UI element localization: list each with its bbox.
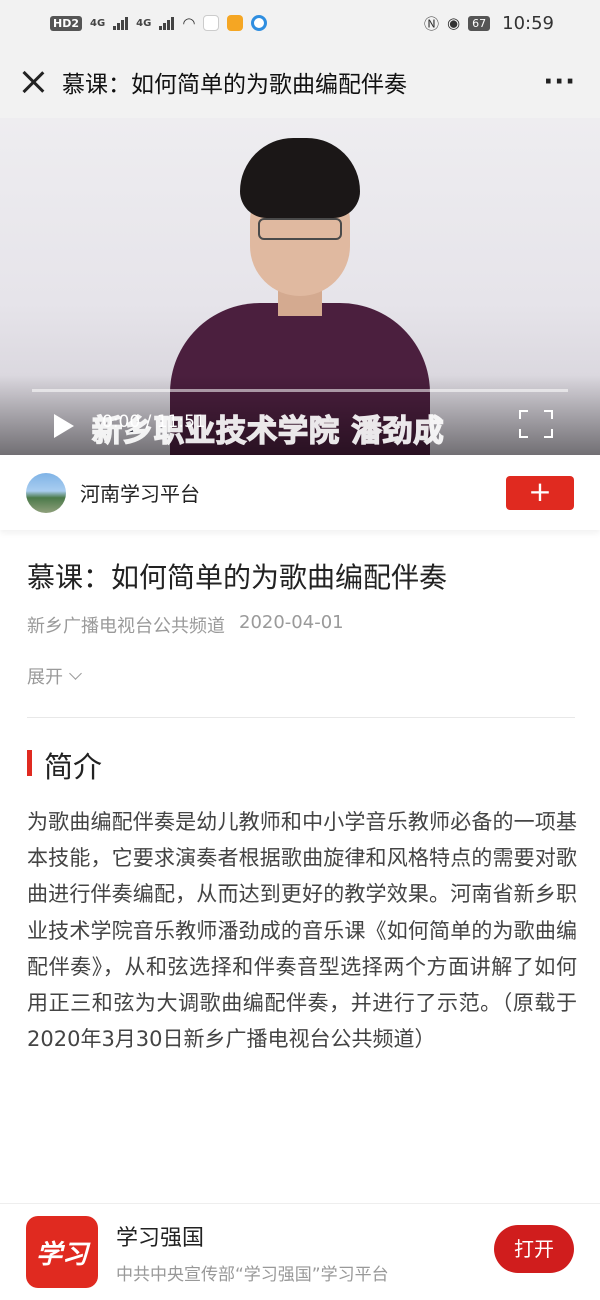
app-notification-icon bbox=[227, 15, 244, 31]
signal-label-1: 4G bbox=[90, 17, 106, 29]
channel-avatar[interactable] bbox=[26, 472, 66, 513]
open-app-button[interactable]: 打开 bbox=[494, 1225, 574, 1273]
wifi-icon: ◠ bbox=[182, 14, 196, 32]
status-right: Ⓝ ◉ 67 10:59 bbox=[424, 13, 554, 34]
signal-bars-icon bbox=[113, 16, 129, 30]
play-icon[interactable] bbox=[54, 414, 74, 438]
network-badge: HD2 bbox=[50, 15, 82, 31]
status-left: HD2 4G 4G ◠ bbox=[50, 14, 268, 32]
signal-bars-icon bbox=[159, 16, 175, 30]
channel-bar: 河南学习平台 + bbox=[0, 455, 600, 530]
article-date: 2020-04-01 bbox=[239, 612, 344, 633]
article-meta: 新乡广播电视台公共频道 2020-04-01 bbox=[27, 612, 344, 638]
page-title: 慕课：如何简单的为歌曲编配伴奏 bbox=[62, 72, 407, 98]
app-logo: 学习 bbox=[26, 1216, 98, 1288]
signal-label-2: 4G bbox=[136, 17, 152, 29]
app-notification-icon bbox=[203, 15, 220, 31]
follow-button[interactable]: + bbox=[506, 475, 574, 510]
more-menu-icon[interactable]: ··· bbox=[543, 67, 582, 97]
eye-icon: ◉ bbox=[447, 14, 461, 32]
app-info: 学习强国 中共中央宣传部“学习强国”学习平台 bbox=[116, 1220, 494, 1285]
status-bar: HD2 4G 4G ◠ Ⓝ ◉ 67 10:59 bbox=[0, 0, 600, 46]
expand-button[interactable]: 展开 bbox=[27, 663, 82, 689]
video-player[interactable]: 新乡职业技术学院 潘劲成 0:00 / 11:51 bbox=[0, 118, 600, 455]
presenter-glasses bbox=[258, 218, 342, 240]
app-download-bar: 学习 学习强国 中共中央宣传部“学习强国”学习平台 打开 bbox=[0, 1203, 600, 1300]
nfc-icon: Ⓝ bbox=[424, 14, 440, 33]
fullscreen-icon[interactable] bbox=[519, 410, 553, 438]
close-icon[interactable] bbox=[18, 67, 48, 97]
chevron-down-icon bbox=[69, 667, 82, 680]
channel-name[interactable]: 河南学习平台 bbox=[80, 478, 506, 507]
clock: 10:59 bbox=[502, 12, 554, 34]
title-bar: 慕课：如何简单的为歌曲编配伴奏 ··· bbox=[0, 46, 600, 118]
intro-text: 为歌曲编配伴奏是幼儿教师和中小学音乐教师必备的一项基本技能，它要求演奏者根据歌曲… bbox=[27, 810, 577, 1052]
battery-icon: 67 bbox=[468, 15, 491, 31]
expand-label: 展开 bbox=[27, 667, 63, 688]
article-title: 慕课：如何简单的为歌曲编配伴奏 bbox=[27, 561, 448, 594]
app-notification-icon bbox=[251, 15, 268, 31]
divider bbox=[27, 717, 575, 718]
app-name: 学习强国 bbox=[116, 1225, 205, 1251]
presenter-hair bbox=[240, 138, 360, 218]
section-accent-bar bbox=[27, 750, 32, 776]
section-title: 简介 bbox=[44, 750, 103, 784]
video-progress-bar[interactable] bbox=[32, 389, 568, 392]
app-subtitle: 中共中央宣传部“学习强国”学习平台 bbox=[116, 1264, 389, 1285]
article-source: 新乡广播电视台公共频道 bbox=[27, 616, 225, 637]
video-time: 0:00 / 11:51 bbox=[102, 412, 206, 432]
